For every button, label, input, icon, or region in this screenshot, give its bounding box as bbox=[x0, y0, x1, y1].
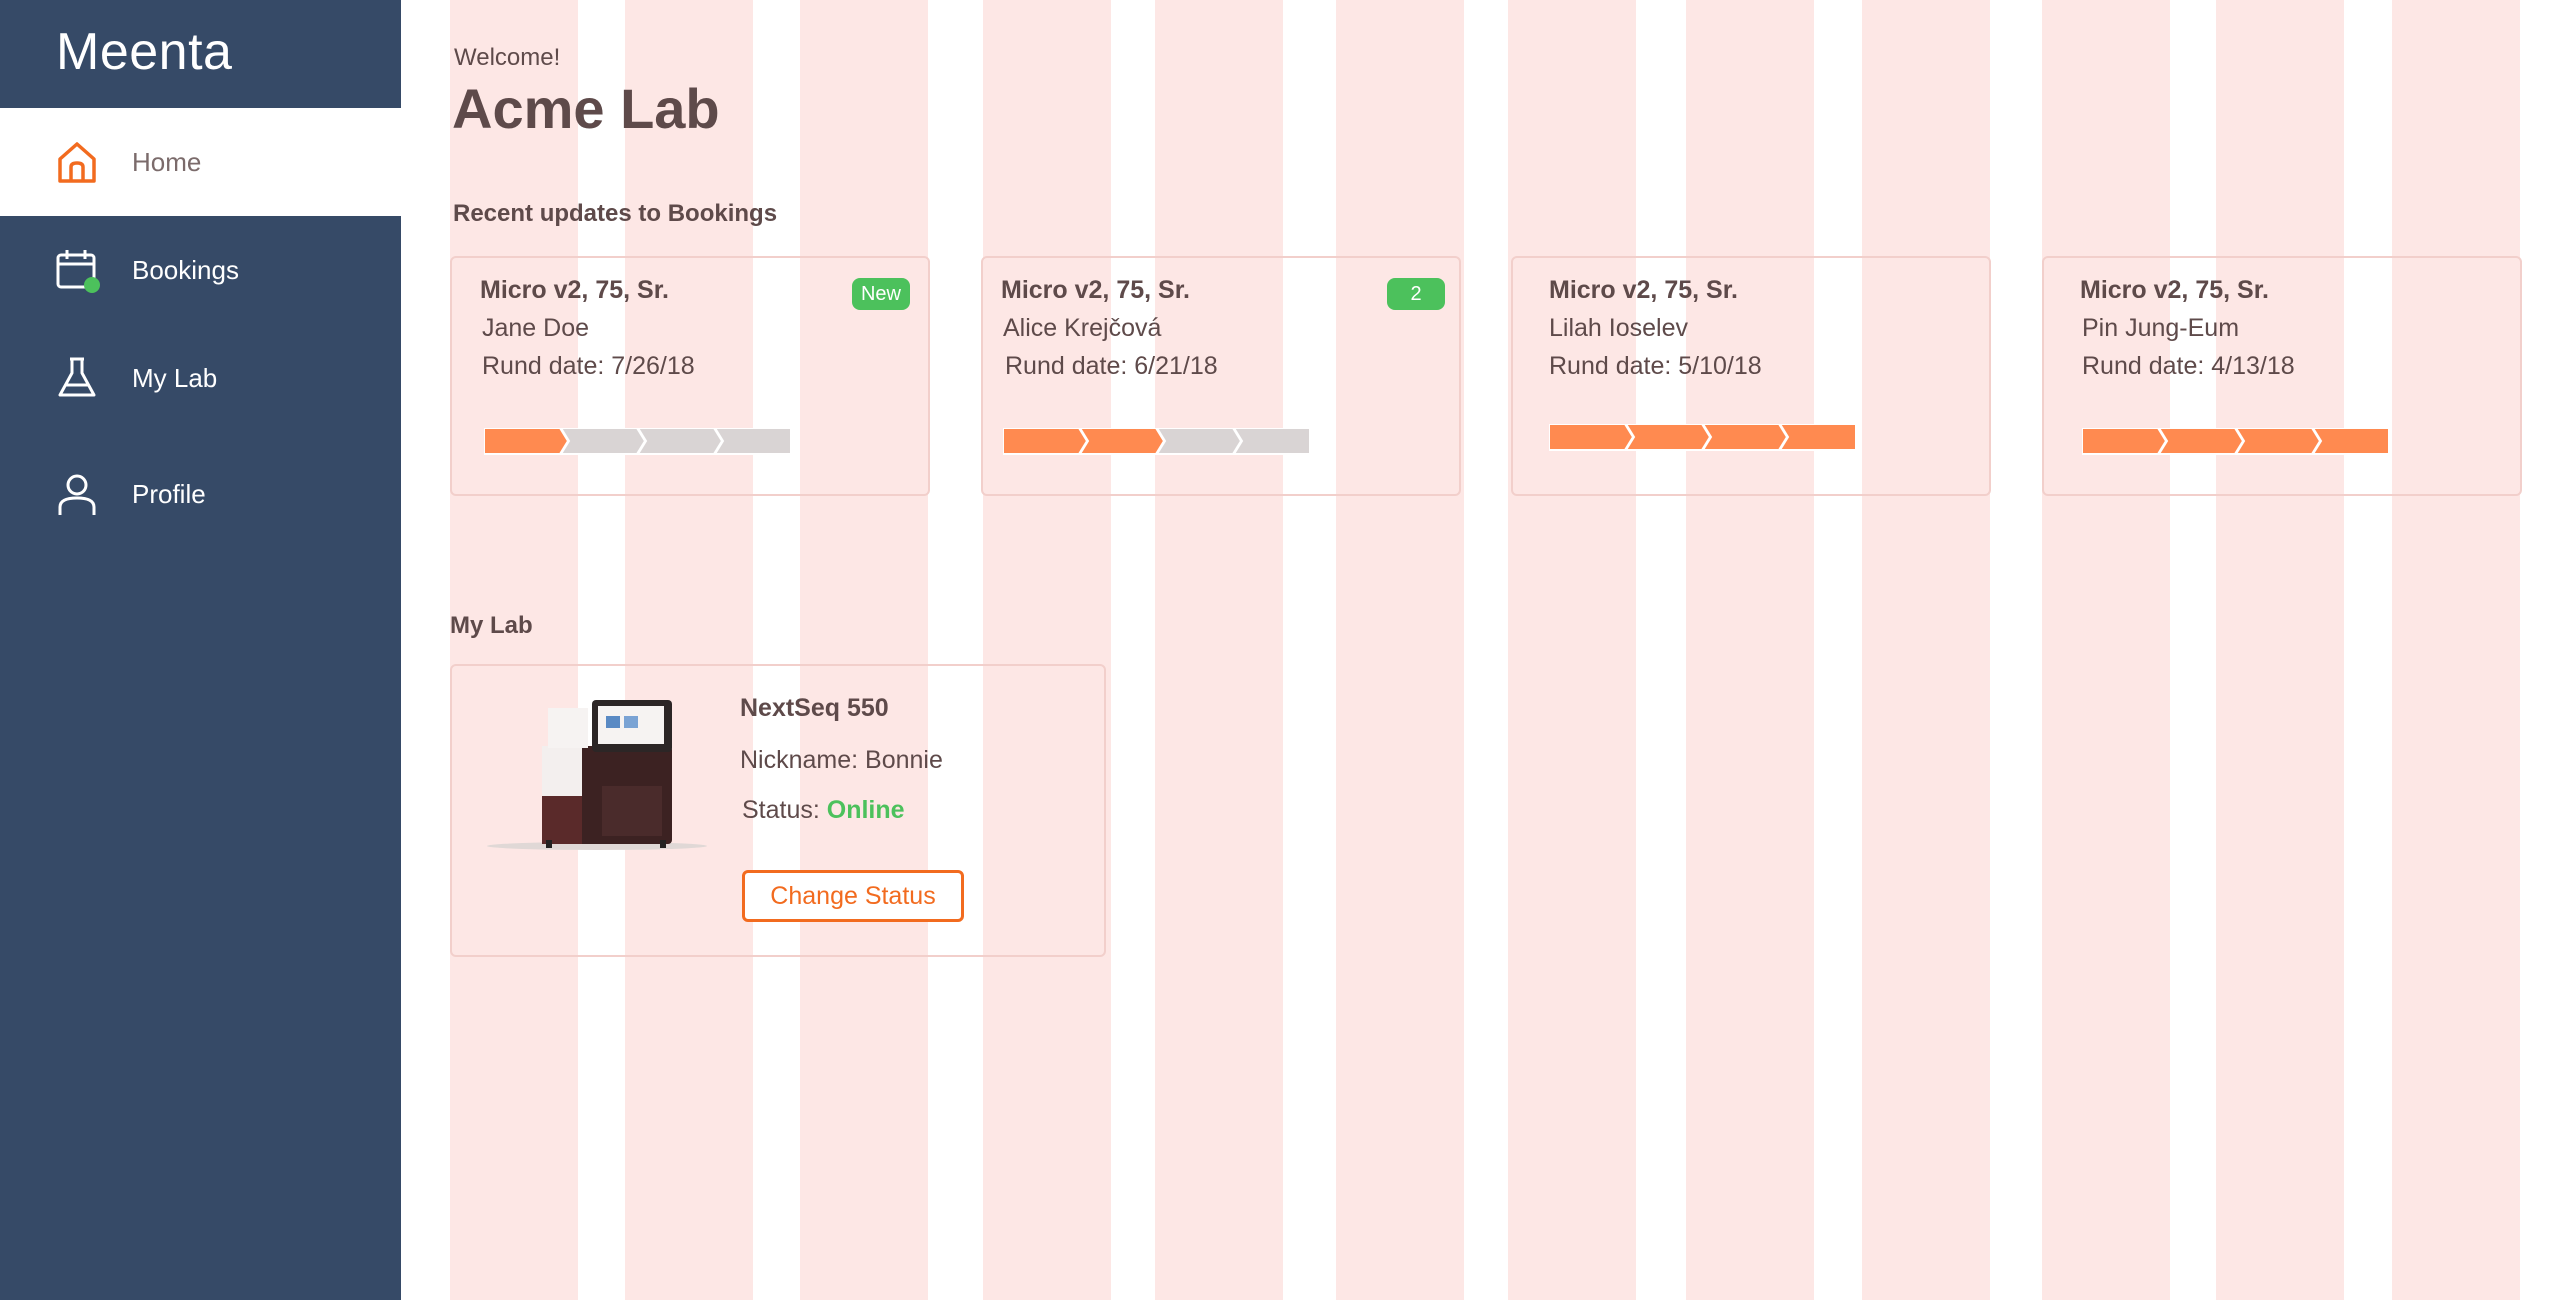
brand-logo[interactable]: Meenta bbox=[56, 22, 232, 82]
grid-column bbox=[625, 0, 753, 1300]
device-nickname: Nickname: Bonnie bbox=[740, 746, 943, 774]
progress-step-done bbox=[2311, 428, 2390, 455]
calendar-icon bbox=[56, 250, 100, 293]
sidebar-item-label: Profile bbox=[132, 478, 206, 509]
change-status-button[interactable]: Change Status bbox=[742, 870, 964, 922]
booking-card[interactable]: Micro v2, 75, Sr. Pin Jung-Eum Rund date… bbox=[2042, 256, 2522, 496]
booking-progress bbox=[2082, 428, 2390, 455]
grid-column bbox=[1155, 0, 1283, 1300]
grid-column bbox=[983, 0, 1111, 1300]
progress-step-done bbox=[1078, 428, 1166, 455]
booking-title: Micro v2, 75, Sr. bbox=[1549, 276, 1738, 304]
booking-user: Alice Krejčová bbox=[1003, 314, 1162, 342]
count-badge: 2 bbox=[1387, 278, 1445, 310]
booking-date: Rund date: 7/26/18 bbox=[482, 352, 695, 380]
progress-step-pending bbox=[713, 428, 792, 455]
progress-step-done bbox=[1624, 424, 1712, 451]
booking-progress bbox=[1003, 428, 1311, 455]
booking-card[interactable]: Micro v2, 75, Sr. Lilah Ioselev Rund dat… bbox=[1511, 256, 1991, 496]
sidebar-item-label: Home bbox=[132, 146, 202, 177]
progress-step-done bbox=[1549, 424, 1635, 451]
grid-column bbox=[1508, 0, 1636, 1300]
home-icon bbox=[58, 142, 96, 183]
flask-icon bbox=[58, 357, 96, 397]
booking-title: Micro v2, 75, Sr. bbox=[1001, 276, 1190, 304]
progress-step-done bbox=[484, 428, 570, 455]
progress-step-done bbox=[2157, 428, 2245, 455]
progress-step-pending bbox=[1232, 428, 1311, 455]
progress-step-done bbox=[1778, 424, 1857, 451]
booking-card[interactable]: Micro v2, 75, Sr. 2 Alice Krejčová Rund … bbox=[981, 256, 1461, 496]
progress-step-pending bbox=[559, 428, 647, 455]
progress-step-done bbox=[1003, 428, 1089, 455]
new-badge: New bbox=[852, 278, 910, 310]
sidebar-item-profile[interactable]: Profile bbox=[0, 440, 401, 548]
booking-title: Micro v2, 75, Sr. bbox=[480, 276, 669, 304]
device-status: Status: Online bbox=[742, 796, 905, 825]
bookings-section-title: Recent updates to Bookings bbox=[453, 200, 778, 227]
booking-progress bbox=[1549, 424, 1857, 451]
grid-column bbox=[1686, 0, 1814, 1300]
progress-step-done bbox=[1701, 424, 1789, 451]
welcome-text: Welcome! bbox=[454, 44, 561, 71]
sidebar-item-bookings[interactable]: Bookings bbox=[0, 216, 401, 324]
progress-step-done bbox=[2082, 428, 2168, 455]
progress-step-pending bbox=[1155, 428, 1243, 455]
device-name: NextSeq 550 bbox=[740, 694, 889, 722]
grid-column bbox=[800, 0, 928, 1300]
device-card[interactable]: NextSeq 550 Nickname: Bonnie Status: Onl… bbox=[450, 664, 1106, 957]
progress-step-done bbox=[2234, 428, 2322, 455]
user-icon bbox=[58, 474, 96, 515]
grid-column bbox=[2216, 0, 2344, 1300]
status-value: Online bbox=[826, 796, 905, 824]
booking-card[interactable]: Micro v2, 75, Sr. New Jane Doe Rund date… bbox=[450, 256, 930, 496]
mylab-section-title: My Lab bbox=[450, 612, 533, 639]
sidebar-item-label: Bookings bbox=[132, 254, 239, 285]
booking-date: Rund date: 4/13/18 bbox=[2082, 352, 2295, 380]
sequencer-image bbox=[487, 700, 707, 850]
status-label: Status: bbox=[742, 796, 827, 824]
notification-dot bbox=[84, 277, 100, 293]
booking-progress bbox=[484, 428, 792, 455]
booking-date: Rund date: 5/10/18 bbox=[1549, 352, 1762, 380]
grid-column bbox=[2392, 0, 2520, 1300]
sidebar-item-mylab[interactable]: My Lab bbox=[0, 324, 401, 432]
sidebar-item-label: My Lab bbox=[132, 362, 218, 393]
app-root: Meenta Home Bookings My Lab Profile Welc… bbox=[0, 0, 2560, 1300]
booking-user: Pin Jung-Eum bbox=[2082, 314, 2240, 342]
grid-column bbox=[1336, 0, 1464, 1300]
page-title: Acme Lab bbox=[452, 77, 720, 140]
grid-column bbox=[2042, 0, 2170, 1300]
sidebar-item-home[interactable]: Home bbox=[0, 108, 401, 216]
booking-user: Jane Doe bbox=[482, 314, 590, 342]
booking-title: Micro v2, 75, Sr. bbox=[2080, 276, 2269, 304]
booking-user: Lilah Ioselev bbox=[1549, 314, 1688, 342]
grid-column bbox=[450, 0, 578, 1300]
sidebar: Meenta Home Bookings My Lab Profile bbox=[0, 0, 401, 1300]
progress-step-pending bbox=[636, 428, 724, 455]
grid-column bbox=[1862, 0, 1990, 1300]
booking-date: Rund date: 6/21/18 bbox=[1005, 352, 1218, 380]
